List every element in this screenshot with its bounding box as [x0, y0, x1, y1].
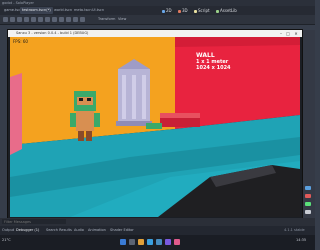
move-tool-icon[interactable]	[10, 17, 15, 22]
maximize-button[interactable]: □	[285, 31, 291, 36]
environment-icon[interactable]	[80, 17, 85, 22]
scale-tool-icon[interactable]	[24, 17, 29, 22]
node-icon[interactable]	[305, 194, 311, 198]
godot-icon[interactable]	[156, 239, 162, 245]
tab-shader-editor[interactable]: Shader Editor	[110, 227, 134, 234]
windows-start-icon[interactable]	[120, 239, 126, 245]
pink-pillar	[10, 73, 22, 155]
tab-audio[interactable]: Audio	[74, 227, 84, 234]
group-icon[interactable]	[45, 17, 50, 22]
weather-widget[interactable]: 21°C	[2, 238, 11, 242]
game-viewport[interactable]: FPS: 60 WALL 1 x 1 meter 1024 x 1024	[10, 37, 300, 217]
workspace-2d-button[interactable]: 2D	[160, 7, 174, 14]
history-icon[interactable]	[305, 210, 311, 214]
tab-search-results[interactable]: Search Results	[46, 227, 72, 234]
wall-label: WALL 1 x 1 meter 1024 x 1024	[196, 53, 231, 72]
script-icon	[194, 9, 197, 13]
tab-ui-scene[interactable]: UI.tscn	[90, 7, 106, 14]
workspace-assetlib-button[interactable]: AssetLib	[214, 7, 239, 14]
file-explorer-icon[interactable]	[138, 239, 144, 245]
red-bench	[160, 117, 200, 127]
view-menu[interactable]: View	[118, 16, 126, 23]
tab-world-scene[interactable]: world.tscn	[52, 7, 74, 14]
tab-debugger[interactable]: Debugger (1)	[16, 227, 39, 234]
rotate-tool-icon[interactable]	[17, 17, 22, 22]
list-select-icon[interactable]	[31, 17, 36, 22]
close-button[interactable]: ✕	[293, 31, 299, 36]
minimize-button[interactable]: –	[278, 31, 284, 36]
wall-size-pixels: 1024 x 1024	[196, 65, 231, 71]
assetlib-icon	[216, 9, 219, 13]
workspace-3d-button[interactable]: 3D	[176, 7, 190, 14]
transform-menu[interactable]: Transform	[98, 16, 115, 23]
signal-icon[interactable]	[305, 202, 311, 206]
tab-testroom-scene[interactable]: testroom.tscn(*)	[20, 7, 53, 14]
output-filter-row	[0, 218, 315, 226]
game-window-title: Sanxu 3 - version 0.0.4 - build 1 (DEBUG…	[16, 31, 89, 35]
browser-icon[interactable]	[147, 239, 153, 245]
fps-counter: FPS: 60	[13, 39, 28, 44]
snap-icon[interactable]	[52, 17, 57, 22]
small-creature	[146, 123, 162, 129]
filter-messages-input[interactable]	[2, 219, 66, 224]
lock-icon[interactable]	[38, 17, 43, 22]
inspector-icon[interactable]	[305, 186, 311, 190]
2d-icon	[162, 9, 165, 13]
chat-app-icon[interactable]	[165, 239, 171, 245]
workspace-script-button[interactable]: Script	[192, 7, 212, 14]
version-label: 4.1.1 stable	[284, 228, 305, 232]
game-scene	[10, 37, 300, 217]
local-space-icon[interactable]	[59, 17, 64, 22]
3d-icon	[178, 9, 181, 13]
search-icon[interactable]	[129, 239, 135, 245]
select-tool-icon[interactable]	[3, 17, 8, 22]
camera-icon[interactable]	[66, 17, 71, 22]
game-window-title-bar: Sanxu 3 - version 0.0.4 - build 1 (DEBUG…	[8, 30, 302, 37]
taskbar-clock[interactable]: 14:35	[296, 238, 306, 242]
media-app-icon[interactable]	[174, 239, 180, 245]
tab-output[interactable]: Output	[2, 227, 14, 234]
tab-animation[interactable]: Animation	[88, 227, 106, 234]
sun-icon[interactable]	[73, 17, 78, 22]
